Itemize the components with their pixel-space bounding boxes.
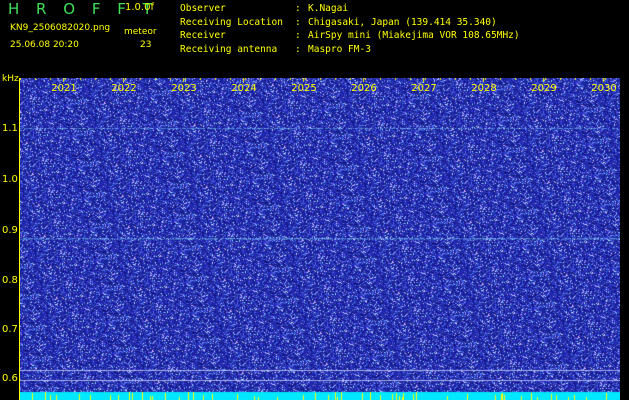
info-separator: :	[295, 3, 301, 14]
event-count: 23	[140, 40, 152, 50]
info-value: Chigasaki, Japan (139.414 35.340)	[308, 16, 497, 28]
filename-label: KN9_2506082020.png	[10, 23, 111, 33]
station-info: Observer: K.Nagai Receiving Location: Chig…	[180, 2, 520, 56]
info-key: Observer	[180, 3, 226, 14]
x-tick-label: 2025	[291, 83, 317, 94]
info-separator: :	[295, 16, 301, 28]
header: H R O F F T 1.0.0f KN9_2506082020.png me…	[0, 0, 629, 78]
y-tick-label: 1.0	[2, 174, 18, 185]
info-key: Receiving antenna	[180, 43, 278, 55]
event-type-label: meteor	[124, 27, 157, 37]
x-tick-label: 2023	[171, 83, 197, 94]
spectrogram-canvas	[20, 78, 620, 400]
info-value: Maspro FM-3	[308, 43, 371, 55]
info-separator: :	[295, 30, 301, 41]
info-row-observer: Observer: K.Nagai	[180, 2, 520, 16]
info-row-receiver: Receiver: AirSpy mini (Miakejima VOR 108.…	[180, 29, 520, 43]
info-value: AirSpy mini (Miakejima VOR 108.65MHz)	[308, 30, 520, 41]
x-tick-label: 2021	[51, 83, 77, 94]
info-key: Receiver	[180, 30, 226, 41]
y-tick-label: 0.7	[2, 324, 18, 335]
x-tick-label: 2029	[531, 83, 557, 94]
x-tick-label: 2027	[411, 83, 437, 94]
spectrogram-plot	[20, 78, 620, 400]
info-row-antenna: Receiving antenna: Maspro FM-3	[180, 43, 520, 57]
x-tick-label: 2028	[471, 83, 497, 94]
datetime-label: 25.06.08 20:20	[10, 40, 79, 50]
info-key: Receiving Location	[180, 16, 283, 28]
y-tick-label: 0.6	[2, 373, 18, 384]
info-separator: :	[295, 43, 301, 55]
info-value: K.Nagai	[308, 3, 349, 14]
y-tick-label: 0.9	[2, 225, 18, 236]
info-row-location: Receiving Location: Chigasaki, Japan (139…	[180, 16, 520, 30]
x-tick-label: 2026	[351, 83, 377, 94]
x-tick-label: 2030	[591, 83, 617, 94]
y-axis-line	[19, 78, 20, 400]
y-axis-unit-label: kHz	[2, 74, 19, 84]
y-tick-label: 1.1	[2, 123, 18, 134]
x-tick-label: 2022	[111, 83, 137, 94]
y-tick-label: 0.8	[2, 275, 18, 286]
x-tick-label: 2024	[231, 83, 257, 94]
version-label: 1.0.0f	[125, 2, 154, 13]
